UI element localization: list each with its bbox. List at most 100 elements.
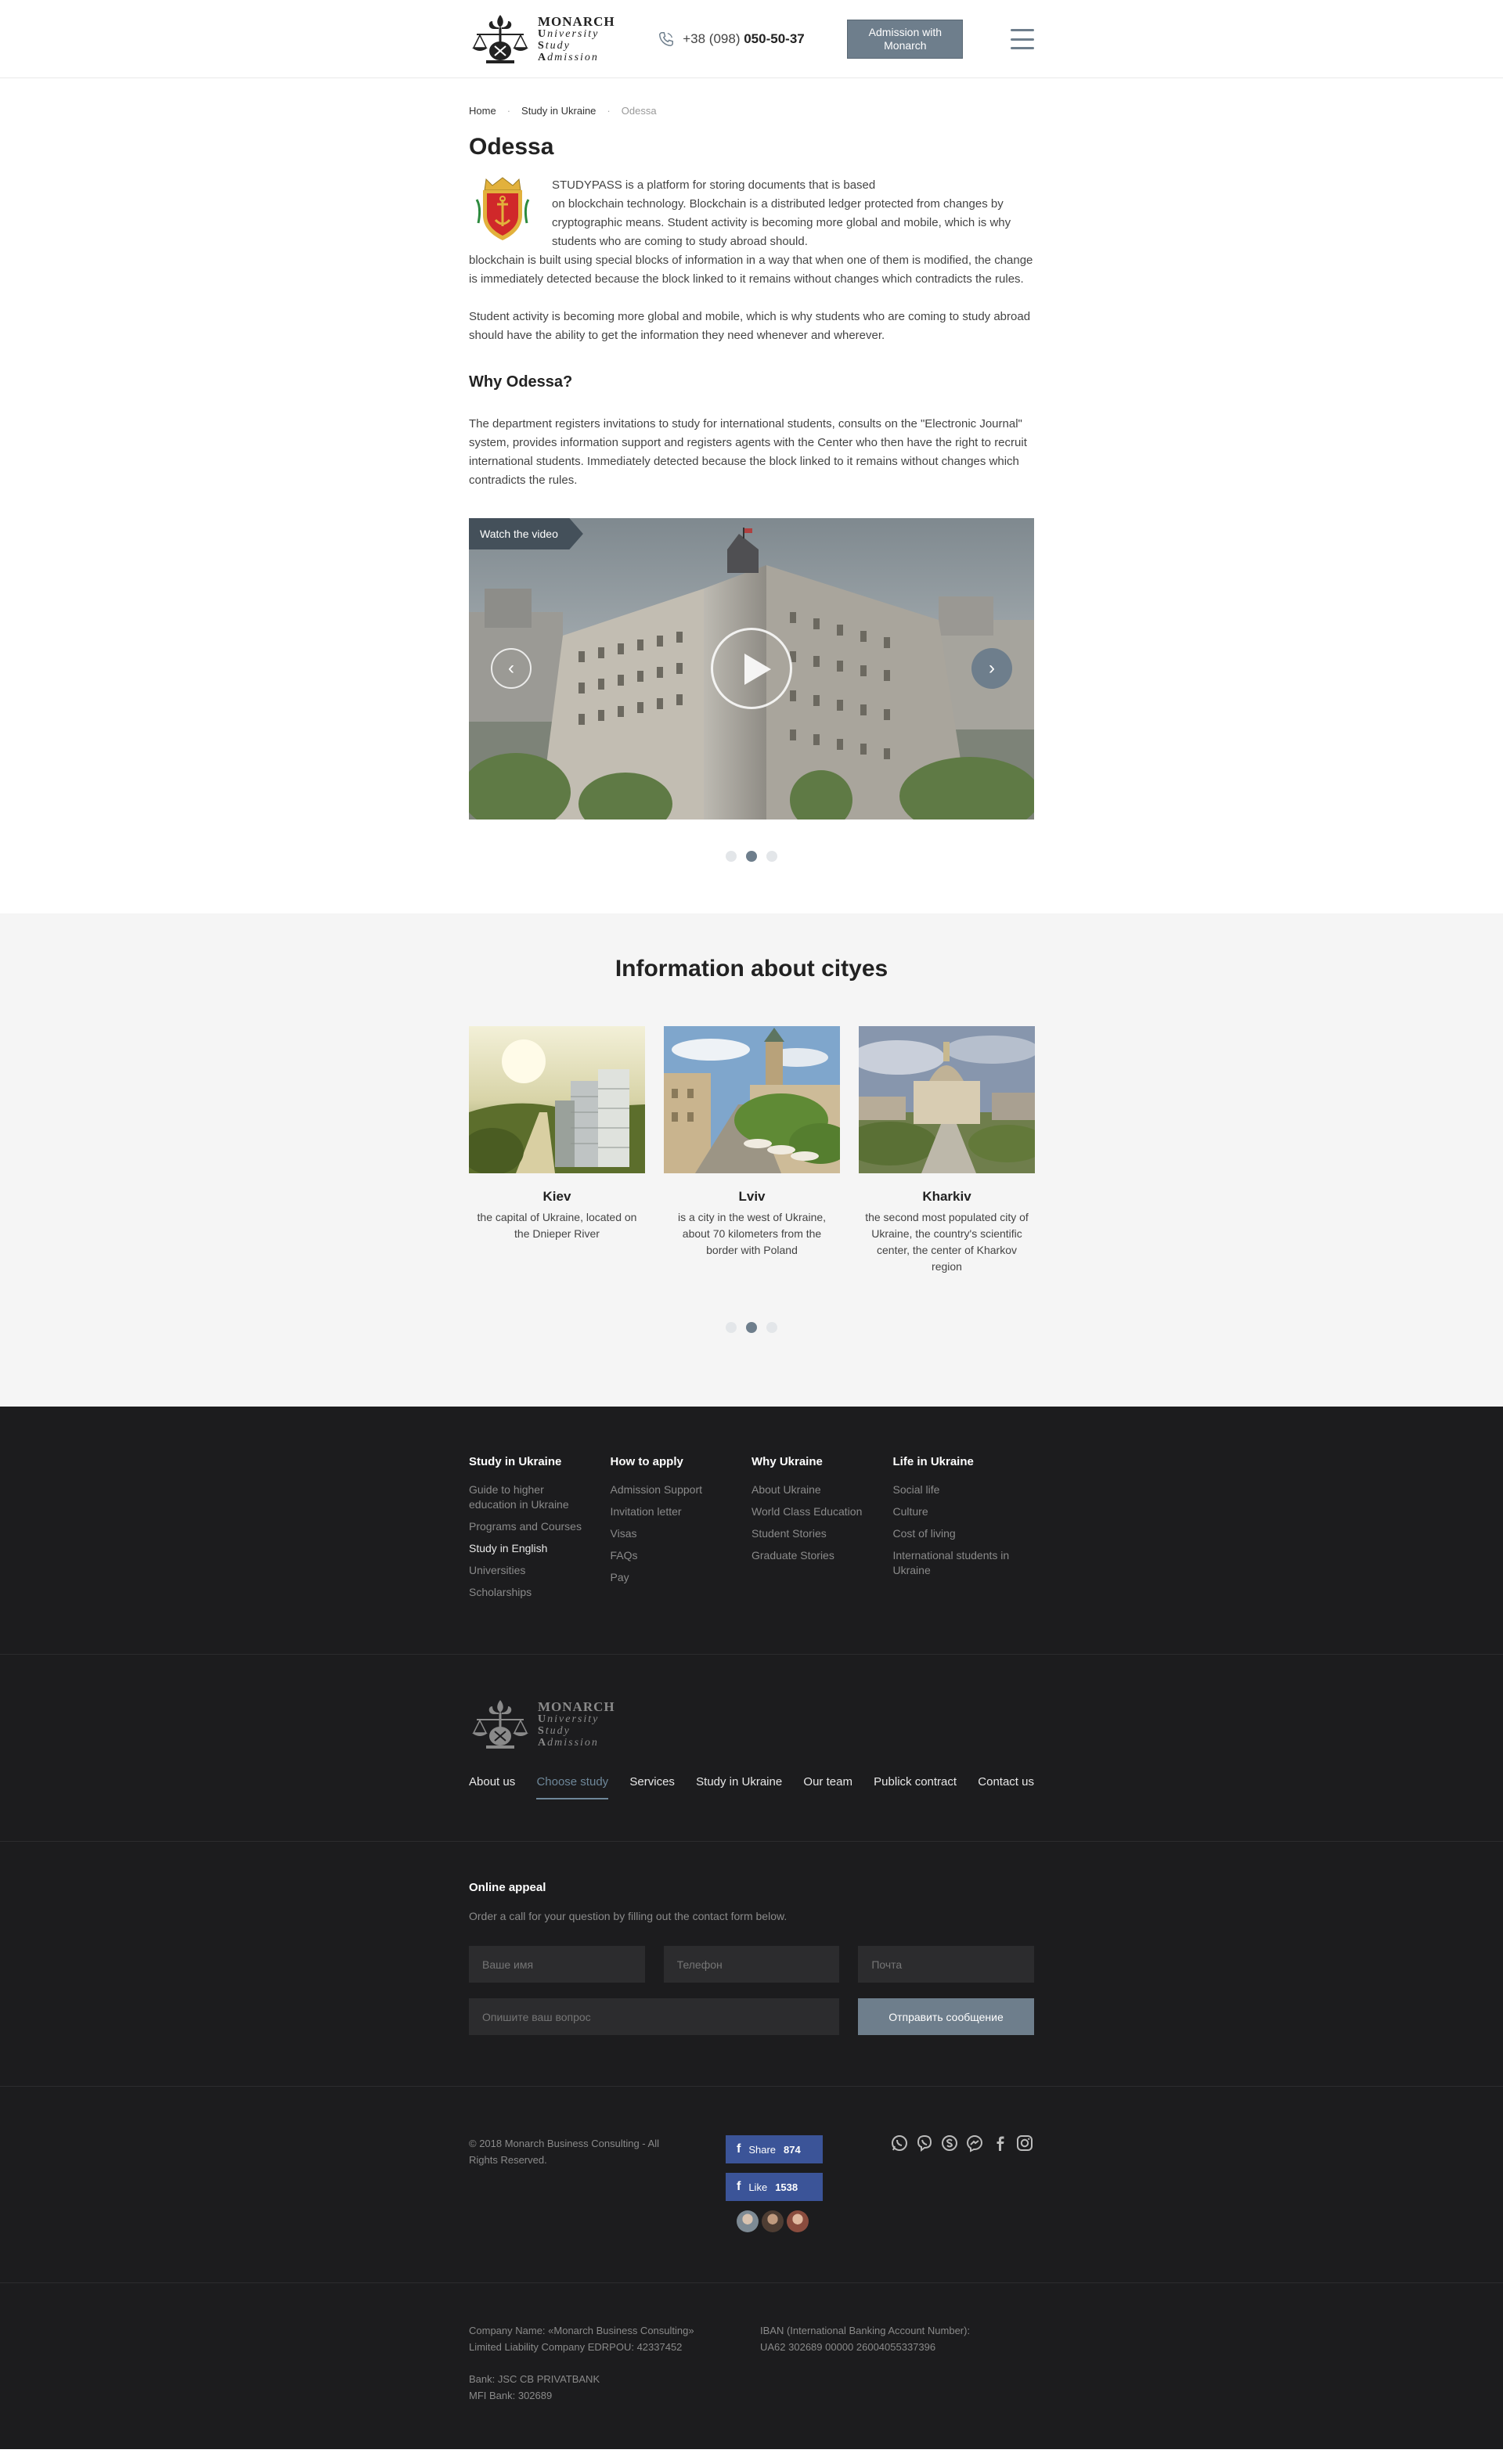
header-phone[interactable]: +38 (098) 050-50-37 (658, 31, 805, 48)
name-field[interactable] (469, 1946, 645, 1983)
slider-next-arrow-icon[interactable]: › (971, 648, 1012, 689)
city-description: the capital of Ukraine, located on the D… (477, 1211, 637, 1240)
city-card-kharkiv[interactable]: Kharkiv the second most populated city o… (859, 1026, 1035, 1275)
footer-link[interactable]: Student Stories (752, 1526, 877, 1541)
slider-prev-arrow-icon[interactable]: ‹ (491, 648, 532, 689)
monarch-emblem-icon (472, 1700, 528, 1749)
online-appeal-form: Online appeal Order a call for your ques… (469, 1842, 1035, 2086)
footer-column-title: How to apply (610, 1455, 683, 1468)
whatsapp-icon[interactable] (890, 2134, 909, 2152)
hamburger-menu-icon[interactable] (1010, 29, 1034, 49)
play-icon[interactable] (711, 628, 792, 709)
facebook-icon: f (737, 2142, 741, 2156)
slider-dot[interactable] (766, 1322, 777, 1333)
breadcrumb-current: Odessa (621, 105, 657, 117)
skype-icon[interactable] (940, 2134, 959, 2152)
phone-prefix: +38 (098) (683, 31, 741, 46)
footer-column-title: Study in Ukraine (469, 1455, 562, 1468)
breadcrumb-home[interactable]: Home (469, 105, 496, 117)
kharkiv-photo (859, 1026, 1035, 1173)
footer-column-title: Life in Ukraine (892, 1455, 974, 1468)
body-paragraph: Student activity is becoming more global… (469, 310, 1031, 342)
bank-name: Bank: JSC CB PRIVATBANK (469, 2373, 600, 2385)
bank-details: Company Name: «Monarch Business Consulti… (469, 2283, 1034, 2449)
avatar[interactable] (737, 2210, 759, 2232)
instagram-icon[interactable] (1015, 2134, 1034, 2152)
admission-button[interactable]: Admission with Monarch (847, 20, 964, 59)
footer-link[interactable]: Visas (611, 1526, 736, 1541)
facebook-icon: f (737, 2180, 741, 2193)
footer-link[interactable]: About Ukraine (752, 1482, 877, 1497)
footer-link[interactable]: Invitation letter (611, 1504, 736, 1519)
footer-nav-contact-us[interactable]: Contact us (978, 1775, 1034, 1799)
video-slider[interactable]: Watch the video ‹ › (469, 518, 1034, 820)
facebook-share-button[interactable]: f Share 874 (726, 2135, 823, 2163)
share-count: 874 (784, 2143, 801, 2156)
slider-dot-active[interactable] (746, 1322, 757, 1333)
footer-link[interactable]: International students in Ukraine (893, 1548, 1018, 1578)
footer-nav-study-in-ukraine[interactable]: Study in Ukraine (696, 1775, 782, 1799)
footer-brand: MONARCH University Study Admission About… (469, 1655, 1034, 1841)
social-band: © 2018 Monarch Business Consulting - All… (469, 2087, 1034, 2282)
phone-field[interactable] (663, 1946, 840, 1983)
facebook-icon[interactable] (990, 2134, 1009, 2152)
footer-logo[interactable]: MONARCH University Study Admission (469, 1697, 1034, 1752)
slider-dot-active[interactable] (746, 851, 757, 862)
send-message-button[interactable]: Отправить сообщение (858, 1998, 1034, 2035)
city-description: is a city in the west of Ukraine, about … (677, 1211, 827, 1256)
appeal-title: Online appeal (469, 1881, 546, 1894)
footer-nav-services[interactable]: Services (629, 1775, 675, 1799)
footer-nav-our-team[interactable]: Our team (803, 1775, 852, 1799)
footer-nav-public-contract[interactable]: Publick contract (874, 1775, 957, 1799)
footer-link[interactable]: Admission Support (611, 1482, 736, 1497)
viber-icon[interactable] (915, 2134, 934, 2152)
slider-dot[interactable] (726, 851, 737, 862)
footer-link[interactable]: Universities (469, 1563, 594, 1578)
footer-link[interactable]: Scholarships (469, 1585, 594, 1600)
appeal-subtitle: Order a call for your question by fillin… (469, 1910, 788, 1922)
footer-nav: About us Choose study Services Study in … (469, 1775, 1034, 1799)
cities-slider-dots (0, 1322, 1503, 1333)
messenger-icon[interactable] (965, 2134, 984, 2152)
phone-icon (659, 32, 674, 46)
footer-link[interactable]: Pay (611, 1570, 736, 1585)
kiev-photo (469, 1026, 645, 1173)
footer-link[interactable]: Guide to higher education in Ukraine (469, 1482, 594, 1512)
footer-column: Why Ukraine About Ukraine World Class Ed… (752, 1455, 893, 1654)
logo[interactable]: MONARCH University Study Admission (469, 12, 615, 67)
section-heading-why-odessa: Why Odessa? (469, 373, 573, 391)
logo-initial-u: U (538, 1713, 548, 1725)
logo-initial-a: A (538, 52, 548, 63)
intro-line-2: on blockchain technology. Blockchain is … (552, 197, 1011, 248)
city-card-kiev[interactable]: Kiev the capital of Ukraine, located on … (469, 1026, 645, 1275)
mfi-bank: MFI Bank: 302689 (469, 2390, 553, 2401)
question-field[interactable] (469, 1998, 839, 2035)
facebook-like-button[interactable]: f Like 1538 (726, 2173, 823, 2201)
breadcrumb: Home · Study in Ukraine · Odessa (469, 78, 1034, 117)
odessa-coat-of-arms-icon (475, 177, 530, 240)
avatar[interactable] (787, 2210, 809, 2232)
slider-dot[interactable] (766, 851, 777, 862)
page-title: Odessa (469, 134, 554, 160)
footer-link[interactable]: Graduate Stories (752, 1548, 877, 1563)
footer-link[interactable]: Programs and Courses (469, 1519, 594, 1534)
intro-text: STUDYPASS is a platform for storing docu… (469, 176, 1034, 289)
footer-nav-choose-study[interactable]: Choose study (536, 1775, 609, 1799)
city-description: the second most populated city of Ukrain… (865, 1211, 1029, 1273)
footer-link[interactable]: Culture (893, 1504, 1018, 1519)
logo-word-university: niversity (547, 1713, 600, 1725)
email-field[interactable] (858, 1946, 1035, 1983)
city-card-lviv[interactable]: Lviv is a city in the west of Ukraine, a… (664, 1026, 840, 1275)
footer-link[interactable]: FAQs (611, 1548, 736, 1563)
watch-video-tag[interactable]: Watch the video (469, 518, 583, 549)
footer-link[interactable]: Social life (893, 1482, 1018, 1497)
breadcrumb-study-in-ukraine[interactable]: Study in Ukraine (521, 105, 596, 117)
footer-link[interactable]: Cost of living (893, 1526, 1018, 1541)
avatar[interactable] (762, 2210, 784, 2232)
footer-link-highlighted[interactable]: Study in English (469, 1541, 594, 1556)
slider-dot[interactable] (726, 1322, 737, 1333)
logo-initial-s: S (538, 1725, 546, 1737)
footer-link[interactable]: World Class Education (752, 1504, 877, 1519)
footer-nav-about-us[interactable]: About us (469, 1775, 515, 1799)
logo-brand: MONARCH (538, 14, 615, 29)
